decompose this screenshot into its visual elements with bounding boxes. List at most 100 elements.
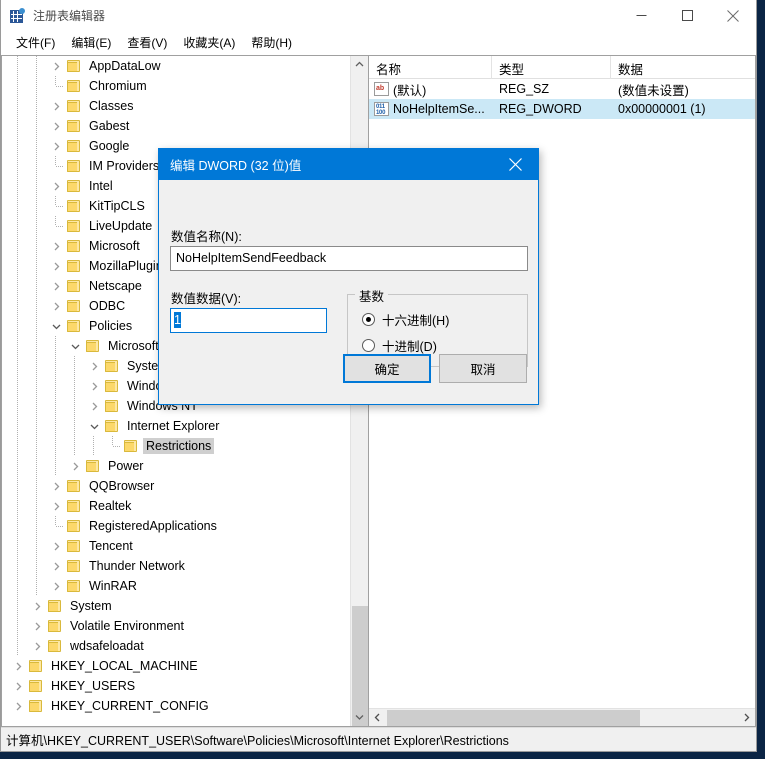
tree-guide-line [36, 196, 37, 216]
tree-item-classes[interactable]: Classes [2, 96, 350, 116]
tree-item-label: Microsoft [108, 339, 159, 353]
tree-item-qqbrowser[interactable]: QQBrowser [2, 476, 350, 496]
base-groupbox-legend: 基数 [355, 286, 389, 305]
chevron-right-icon[interactable] [48, 256, 64, 276]
menu-item-file[interactable]: 文件(F) [8, 32, 63, 54]
value-data-label: 数值数据(V): [171, 292, 242, 306]
chevron-right-icon[interactable] [48, 496, 64, 516]
chevron-right-icon[interactable] [48, 556, 64, 576]
tree-guide-line [17, 596, 18, 616]
tree-guide-line [17, 496, 18, 516]
table-row[interactable]: ab (默认) REG_SZ (数值未设置) [369, 79, 755, 99]
status-bar: 计算机\HKEY_CURRENT_USER\Software\Policies\… [1, 727, 756, 751]
table-row[interactable]: 011 100 NoHelpItemSe... REG_DWORD 0x0000… [369, 99, 755, 119]
scroll-down-icon[interactable] [351, 709, 368, 726]
list-scroll-thumb[interactable] [387, 710, 640, 726]
chevron-right-icon[interactable] [86, 396, 102, 416]
close-icon[interactable] [710, 0, 756, 31]
tree-item-hkey-users[interactable]: HKEY_USERS [2, 676, 350, 696]
chevron-right-icon[interactable] [86, 356, 102, 376]
folder-icon [66, 199, 82, 213]
minimize-icon[interactable] [618, 0, 664, 31]
chevron-right-icon[interactable] [48, 116, 64, 136]
chevron-right-icon[interactable] [48, 176, 64, 196]
tree-item-winrar[interactable]: WinRAR [2, 576, 350, 596]
tree-item-internet-explorer[interactable]: Internet Explorer [2, 416, 350, 436]
tree-guide-line [74, 416, 75, 436]
menu-item-help[interactable]: 帮助(H) [243, 32, 300, 54]
tree-item-hkey-current-config[interactable]: HKEY_CURRENT_CONFIG [2, 696, 350, 716]
chevron-right-icon[interactable] [48, 476, 64, 496]
folder-icon [66, 319, 82, 333]
cancel-button[interactable]: 取消 [439, 354, 527, 383]
tree-guide-line [17, 356, 18, 376]
chevron-right-icon[interactable] [48, 136, 64, 156]
column-header-data[interactable]: 数据 [611, 56, 755, 79]
value-data-input[interactable]: 1 [170, 308, 327, 333]
window-titlebar[interactable]: 注册表编辑器 [1, 0, 756, 31]
dialog-titlebar[interactable]: 编辑 DWORD (32 位)值 [159, 149, 538, 180]
tree-item-appdatalow[interactable]: AppDataLow [2, 56, 350, 76]
chevron-right-icon[interactable] [48, 576, 64, 596]
tree-indent [2, 216, 48, 236]
tree-guide-line [17, 456, 18, 476]
tree-item-thunder-network[interactable]: Thunder Network [2, 556, 350, 576]
folder-icon [104, 399, 120, 413]
menu-item-view[interactable]: 查看(V) [119, 32, 175, 54]
tree-indent [2, 196, 48, 216]
menu-item-edit[interactable]: 编辑(E) [63, 32, 119, 54]
tree-item-wdsafeloadat[interactable]: wdsafeloadat [2, 636, 350, 656]
chevron-down-icon[interactable] [86, 416, 102, 436]
menu-item-favorites[interactable]: 收藏夹(A) [175, 32, 243, 54]
tree-item-gabest[interactable]: Gabest [2, 116, 350, 136]
maximize-icon[interactable] [664, 0, 710, 31]
tree-item-restrictions[interactable]: Restrictions [2, 436, 350, 456]
column-header-name[interactable]: 名称 [369, 56, 492, 79]
tree-item-chromium[interactable]: Chromium [2, 76, 350, 96]
close-icon[interactable] [493, 149, 538, 180]
scroll-up-icon[interactable] [351, 56, 368, 73]
chevron-right-icon[interactable] [48, 236, 64, 256]
scroll-left-icon[interactable] [369, 709, 386, 726]
chevron-right-icon[interactable] [86, 376, 102, 396]
tree-item-realtek[interactable]: Realtek [2, 496, 350, 516]
tree-scroll-thumb[interactable] [352, 606, 368, 726]
tree-item-volatile-environment[interactable]: Volatile Environment [2, 616, 350, 636]
list-horizontal-scrollbar[interactable] [369, 708, 755, 726]
chevron-right-icon[interactable] [48, 96, 64, 116]
chevron-right-icon[interactable] [29, 616, 45, 636]
radio-hexadecimal[interactable]: 十六进制(H) [362, 310, 449, 329]
tree-item-label: Gabest [89, 119, 130, 133]
chevron-right-icon[interactable] [10, 656, 26, 676]
ok-button[interactable]: 确定 [343, 354, 431, 383]
chevron-right-icon[interactable] [10, 696, 26, 716]
tree-guide-line [36, 316, 37, 336]
tree-indent [2, 476, 48, 496]
tree-indent [2, 436, 105, 456]
chevron-right-icon[interactable] [48, 536, 64, 556]
value-name-input[interactable]: NoHelpItemSendFeedback [170, 246, 528, 271]
tree-item-registeredapplications[interactable]: RegisteredApplications [2, 516, 350, 536]
tree-item-label: HKEY_USERS [51, 679, 136, 693]
tree-item-power[interactable]: Power [2, 456, 350, 476]
tree-item-system[interactable]: System [2, 596, 350, 616]
tree-guide-line [36, 296, 37, 316]
scroll-right-icon[interactable] [738, 709, 755, 726]
chevron-right-icon[interactable] [10, 676, 26, 696]
chevron-down-icon[interactable] [48, 316, 64, 336]
tree-guide-line [17, 196, 18, 216]
chevron-right-icon[interactable] [67, 456, 83, 476]
tree-item-tencent[interactable]: Tencent [2, 536, 350, 556]
chevron-right-icon[interactable] [29, 636, 45, 656]
chevron-right-icon[interactable] [48, 56, 64, 76]
tree-item-hkey-local-machine[interactable]: HKEY_LOCAL_MACHINE [2, 656, 350, 676]
radio-decimal[interactable]: 十进制(D) [362, 336, 437, 355]
column-header-type[interactable]: 类型 [492, 56, 611, 79]
chevron-down-icon[interactable] [67, 336, 83, 356]
tree-guide-line [36, 136, 37, 156]
chevron-right-icon[interactable] [48, 296, 64, 316]
chevron-right-icon[interactable] [29, 596, 45, 616]
chevron-right-icon[interactable] [48, 276, 64, 296]
tree-guide-line [17, 156, 18, 176]
tree-guide-line [36, 336, 37, 356]
